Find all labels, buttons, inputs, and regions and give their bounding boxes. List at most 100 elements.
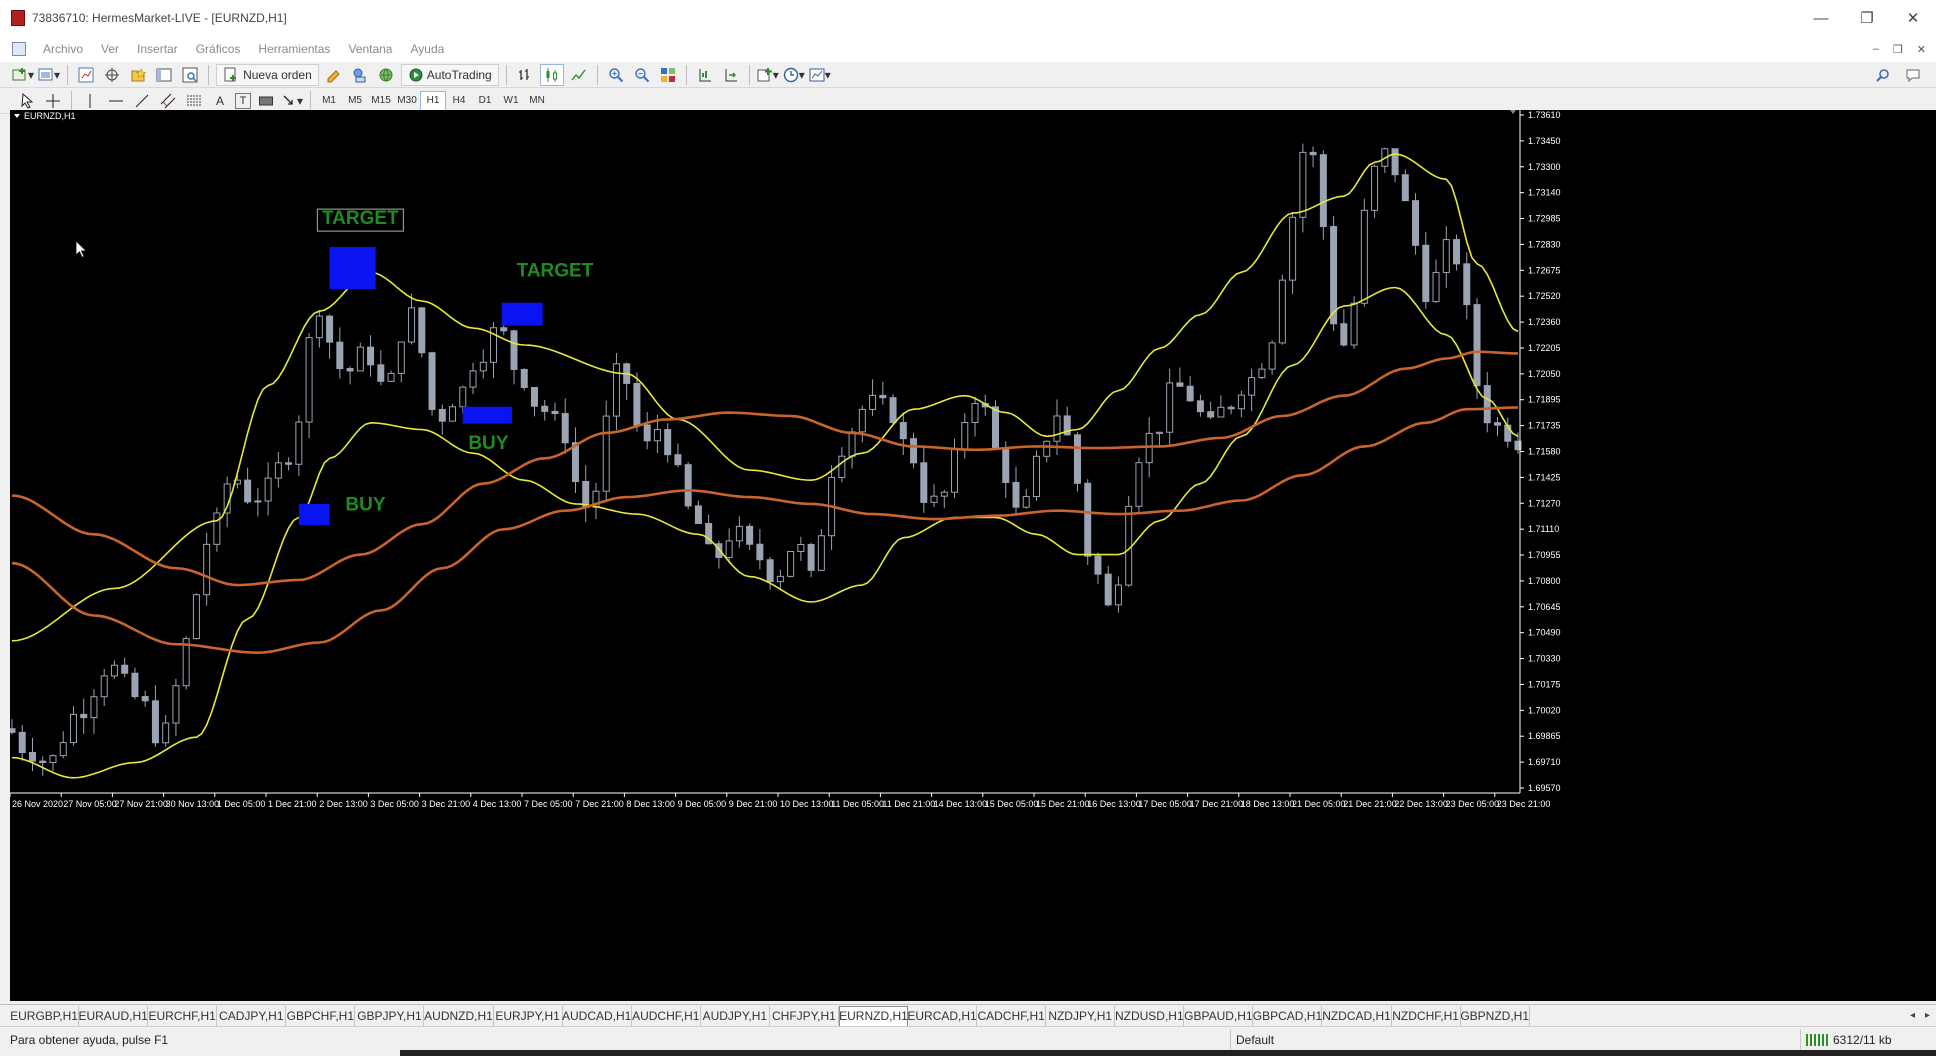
- profiles-icon[interactable]: ▾: [38, 65, 60, 85]
- close-button[interactable]: ✕: [1890, 0, 1936, 36]
- metaeditor-icon[interactable]: [323, 65, 345, 85]
- rectangle-icon[interactable]: [255, 91, 277, 111]
- fibonacci-icon[interactable]: [183, 91, 205, 111]
- candle-body: [879, 394, 887, 399]
- strategy-tester-icon[interactable]: [179, 65, 201, 85]
- symbol-tab[interactable]: NZDCAD,H1: [1322, 1005, 1392, 1026]
- symbol-tab[interactable]: NZDUSD,H1: [1115, 1005, 1185, 1026]
- status-traffic[interactable]: 6312/11 kb: [1806, 1033, 1892, 1047]
- menu-ayuda[interactable]: Ayuda: [401, 42, 453, 56]
- indicators-icon[interactable]: ▾: [757, 65, 779, 85]
- chart-window[interactable]: EURNZD,H1 TARGET BUY BUY TARGET 1.73610 1.7345…: [10, 110, 1936, 1001]
- candle-body: [1442, 239, 1450, 273]
- signals-icon[interactable]: [349, 65, 371, 85]
- candle-body: [192, 594, 200, 640]
- symbol-tab[interactable]: AUDJPY,H1: [701, 1005, 770, 1026]
- y-tick-label: 1.71895: [1528, 395, 1561, 405]
- timeframe-m15[interactable]: M15: [368, 91, 394, 111]
- symbol-tab[interactable]: GBPAUD,H1: [1184, 1005, 1254, 1026]
- symbol-tab[interactable]: AUDCHF,H1: [632, 1005, 701, 1026]
- symbol-tab[interactable]: NZDCHF,H1: [1392, 1005, 1461, 1026]
- timeframe-h4[interactable]: H4: [446, 91, 472, 111]
- y-tick-label: 1.72050: [1528, 369, 1561, 379]
- text-label-tool[interactable]: T: [235, 92, 251, 109]
- symbol-tab[interactable]: GBPCHF,H1: [286, 1005, 356, 1026]
- zoom-out-icon[interactable]: [631, 65, 653, 85]
- candle-body: [1166, 382, 1174, 433]
- menu-herramientas[interactable]: Herramientas: [249, 42, 339, 56]
- timeframe-m30[interactable]: M30: [394, 91, 420, 111]
- x-tick-label: 3 Dec 05:00: [370, 799, 419, 809]
- chart-shift-icon[interactable]: [694, 65, 716, 85]
- minimize-button[interactable]: —: [1798, 0, 1844, 36]
- symbol-tab[interactable]: AUDNZD,H1: [424, 1005, 494, 1026]
- mdi-restore-button[interactable]: ❐: [1893, 43, 1903, 56]
- status-profile[interactable]: Default: [1236, 1033, 1274, 1047]
- symbol-tab[interactable]: EURJPY,H1: [494, 1005, 563, 1026]
- tab-prev-button[interactable]: ◂: [1910, 1010, 1915, 1021]
- symbol-tab[interactable]: EURNZD,H1: [838, 1005, 909, 1026]
- price-chart[interactable]: EURNZD,H1 TARGET BUY BUY TARGET 1.73610 1.7345…: [10, 110, 1936, 1001]
- navigator-icon[interactable]: [127, 65, 149, 85]
- symbol-tab[interactable]: CADJPY,H1: [217, 1005, 287, 1026]
- symbol-tab[interactable]: EURGBP,H1: [10, 1005, 80, 1026]
- candle-body: [1237, 394, 1245, 410]
- symbol-tab[interactable]: GBPJPY,H1: [355, 1005, 425, 1026]
- terminal-icon[interactable]: [153, 65, 175, 85]
- symbol-tab[interactable]: CHFJPY,H1: [770, 1005, 839, 1026]
- symbol-tab[interactable]: NZDJPY,H1: [1046, 1005, 1116, 1026]
- mdi-close-button[interactable]: ✕: [1917, 43, 1926, 56]
- text-tool[interactable]: A: [209, 91, 231, 111]
- periodicity-icon[interactable]: ▾: [783, 65, 805, 85]
- symbol-tab[interactable]: GBPNZD,H1: [1460, 1005, 1530, 1026]
- autoscroll-icon[interactable]: [720, 65, 742, 85]
- timeframe-w1[interactable]: W1: [498, 91, 524, 111]
- y-tick-label: 1.71580: [1528, 447, 1561, 457]
- timeframe-h1[interactable]: H1: [420, 90, 447, 111]
- bar-chart-icon[interactable]: [514, 65, 536, 85]
- menu-graficos[interactable]: Gráficos: [187, 42, 250, 56]
- timeframe-d1[interactable]: D1: [472, 91, 498, 111]
- menu-archivo[interactable]: Archivo: [34, 42, 92, 56]
- market-icon[interactable]: [375, 65, 397, 85]
- timeframe-m1[interactable]: M1: [316, 91, 342, 111]
- mdi-minimize-button[interactable]: –: [1873, 43, 1879, 55]
- symbol-tab[interactable]: CADCHF,H1: [977, 1005, 1047, 1026]
- cursor-icon[interactable]: [16, 91, 38, 111]
- data-window-icon[interactable]: [101, 65, 123, 85]
- new-chart-icon[interactable]: ▾: [12, 65, 34, 85]
- templates-icon[interactable]: ▾: [809, 65, 831, 85]
- symbol-tab[interactable]: GBPCAD,H1: [1253, 1005, 1323, 1026]
- tab-next-button[interactable]: ▸: [1925, 1010, 1930, 1021]
- chat-icon[interactable]: [1902, 65, 1924, 85]
- vertical-line-icon[interactable]: [79, 91, 101, 111]
- y-tick-label: 1.73450: [1528, 136, 1561, 146]
- line-chart-icon[interactable]: [568, 65, 590, 85]
- horizontal-scrollbar[interactable]: [400, 1050, 1936, 1056]
- symbol-tab[interactable]: EURAUD,H1: [78, 1005, 149, 1026]
- symbol-tab[interactable]: EURCHF,H1: [148, 1005, 218, 1026]
- trendline-icon[interactable]: [131, 91, 153, 111]
- horizontal-line-icon[interactable]: [105, 91, 127, 111]
- menu-ver[interactable]: Ver: [92, 42, 128, 56]
- market-watch-icon[interactable]: [75, 65, 97, 85]
- arrows-icon[interactable]: ▾: [281, 91, 303, 111]
- menu-ventana[interactable]: Ventana: [339, 42, 401, 56]
- chart-window-icon[interactable]: [12, 42, 26, 56]
- equidistant-channel-icon[interactable]: [157, 91, 179, 111]
- symbol-tab[interactable]: EURCAD,H1: [907, 1005, 978, 1026]
- tile-windows-icon[interactable]: [657, 65, 679, 85]
- timeframe-m5[interactable]: M5: [342, 91, 368, 111]
- zoom-in-icon[interactable]: [605, 65, 627, 85]
- restore-button[interactable]: ❐: [1844, 0, 1890, 36]
- timeframe-mn[interactable]: MN: [524, 91, 550, 111]
- candlestick-icon[interactable]: [539, 63, 564, 86]
- menu-insertar[interactable]: Insertar: [128, 42, 187, 56]
- crosshair-icon[interactable]: [42, 91, 64, 111]
- symbol-tab[interactable]: AUDCAD,H1: [562, 1005, 632, 1026]
- x-tick-label: 18 Dec 13:00: [1241, 799, 1295, 809]
- y-tick-label: 1.71735: [1528, 421, 1561, 431]
- new-order-button[interactable]: Nueva orden: [216, 63, 319, 86]
- search-icon[interactable]: [1872, 65, 1894, 85]
- autotrading-button[interactable]: AutoTrading: [400, 63, 499, 86]
